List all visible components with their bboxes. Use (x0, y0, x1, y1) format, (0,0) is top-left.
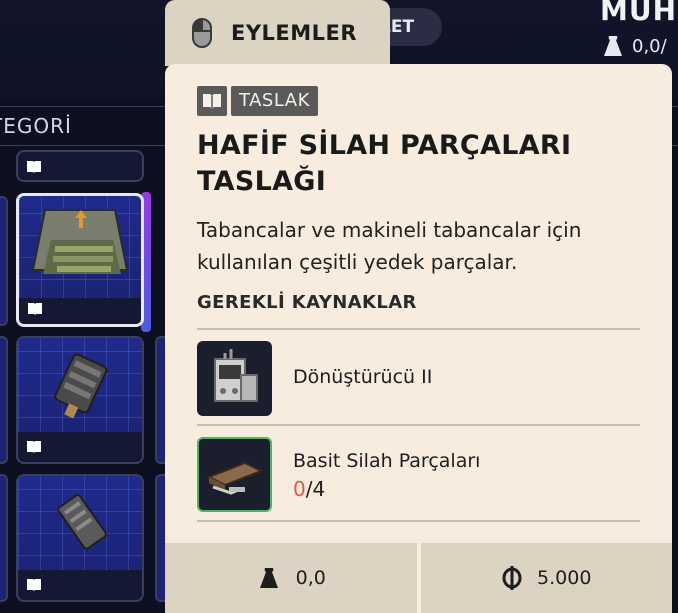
inventory-slot-edge[interactable] (0, 336, 8, 464)
inventory-slot-edge[interactable] (0, 196, 8, 326)
weight-icon (604, 36, 622, 56)
required-resources-heading: GEREKLİ KAYNAKLAR (197, 292, 417, 313)
weapon-parts-case-icon (31, 209, 129, 274)
mouse-icon (192, 18, 212, 48)
item-title: HAFİF SİLAH PARÇALARI TASLAĞI (197, 130, 572, 197)
actions-label: EYLEMLER (231, 21, 358, 45)
gun-part-icon (57, 494, 107, 550)
weight-icon (259, 568, 278, 588)
gun-part-icon (54, 353, 108, 419)
inventory-slot[interactable] (16, 474, 144, 602)
category-header[interactable]: TEGORİ (0, 106, 170, 146)
inventory-slot-edge[interactable] (0, 474, 8, 602)
resource-required: /4 (305, 477, 326, 501)
book-icon (28, 303, 42, 315)
weight-value: 0,0 (295, 567, 326, 589)
item-tooltip-panel: TASLAK HAFİF SİLAH PARÇALARI TASLAĞI Tab… (165, 64, 672, 613)
top-title: MUH (600, 0, 678, 27)
item-description: Tabancalar ve makineli tabancalar için k… (197, 218, 582, 274)
resource-count: 0/4 (293, 477, 325, 501)
resource-row[interactable]: Basit Silah Parçaları 0/4 (197, 437, 640, 513)
resource-name: Basit Silah Parçaları (293, 450, 481, 472)
weapon-parts-icon (197, 437, 272, 512)
inventory-slot[interactable] (16, 150, 144, 182)
weight-stat: 0,0 (165, 543, 417, 613)
divider (197, 520, 640, 522)
badge-label: TASLAK (231, 86, 318, 116)
top-weight: 0,0/ (600, 34, 667, 58)
book-icon (197, 86, 227, 116)
book-icon (27, 579, 41, 591)
blueprint-badge: TASLAK (197, 86, 318, 116)
actions-tab[interactable]: EYLEMLER (165, 0, 390, 66)
resource-name: Dönüştürücü II (293, 366, 433, 388)
book-icon (27, 161, 41, 173)
inventory-slot[interactable] (16, 336, 144, 464)
price-value: 5.000 (537, 567, 592, 589)
inventory-slot-selected[interactable] (16, 193, 144, 327)
divider (197, 424, 640, 426)
price-stat: 5.000 (420, 543, 672, 613)
converter-machine-icon (197, 341, 272, 416)
divider (197, 328, 640, 330)
book-icon (27, 441, 41, 453)
resource-row[interactable]: Dönüştürücü II (197, 341, 640, 417)
item-stats-footer: 0,0 5.000 (165, 543, 672, 613)
coin-icon (502, 566, 522, 590)
resource-owned: 0 (293, 477, 306, 501)
divider (672, 106, 678, 146)
